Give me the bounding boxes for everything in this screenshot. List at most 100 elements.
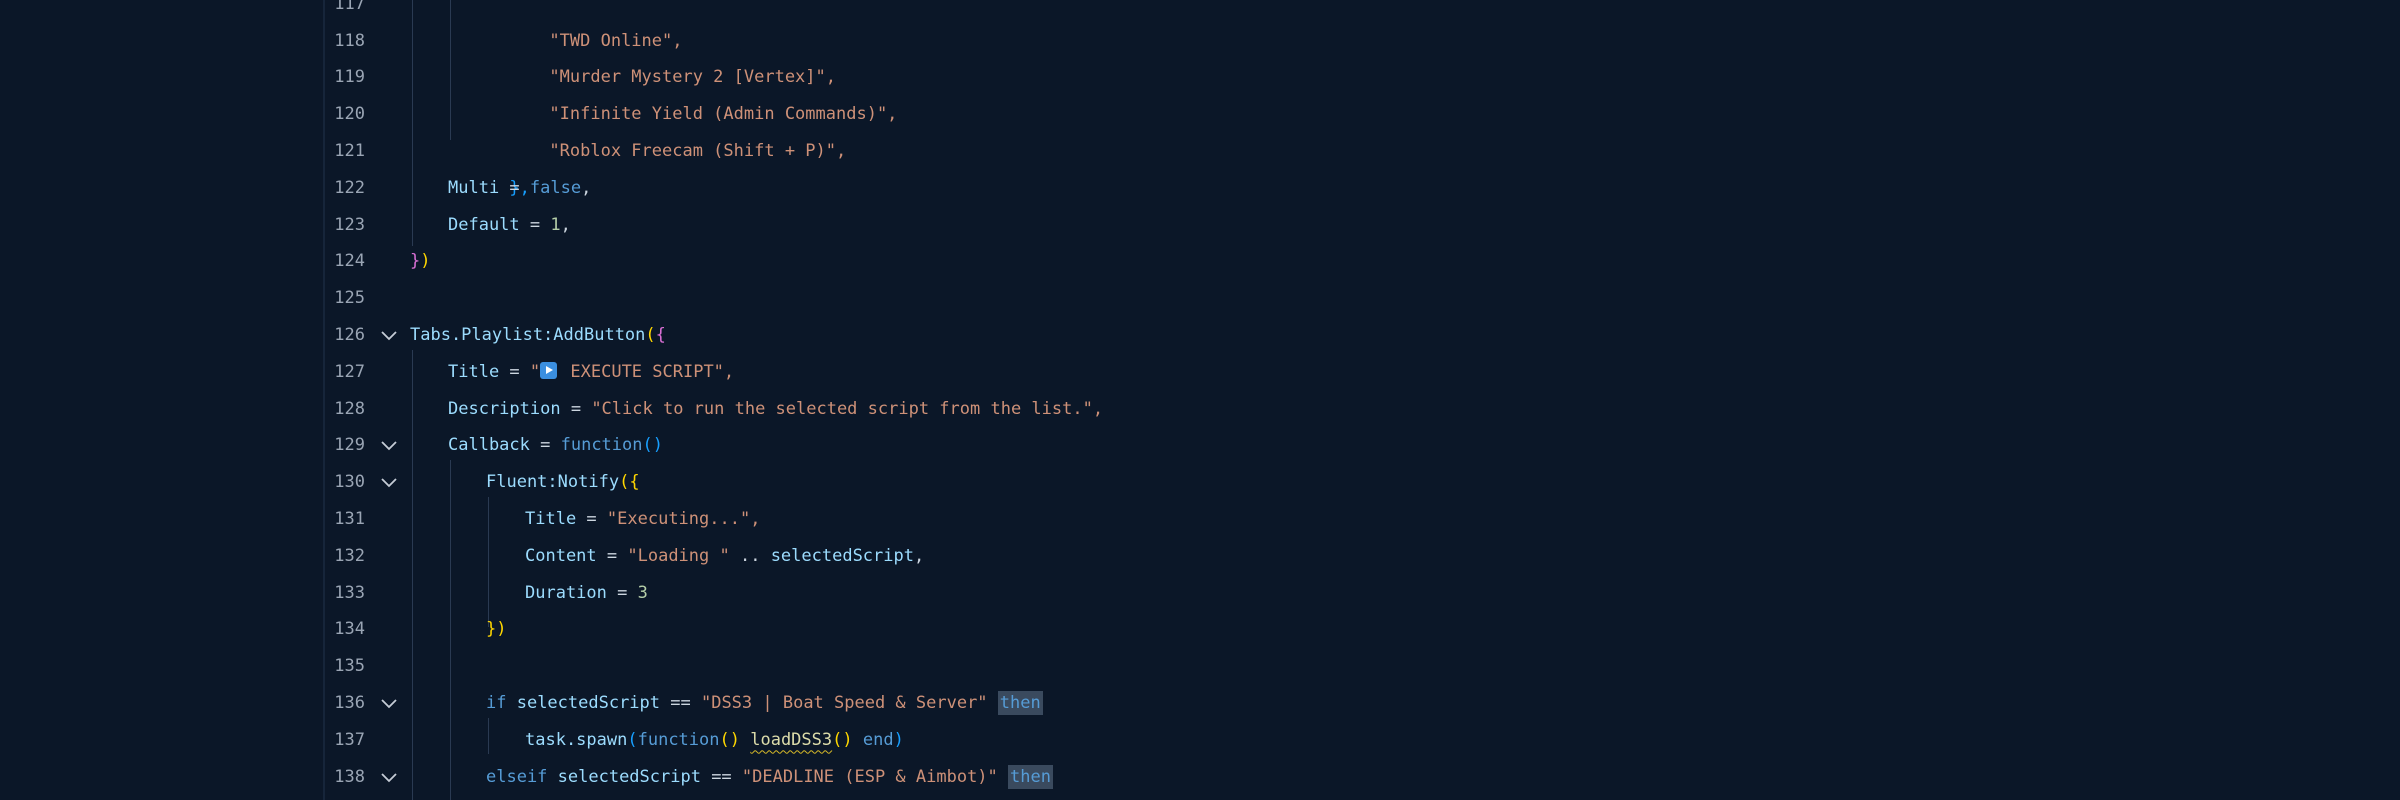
- variable: selectedScript: [547, 766, 701, 787]
- code-line[interactable]: 131 Title = "Executing...",: [0, 501, 2400, 538]
- line-number: 124: [334, 251, 365, 272]
- code-line[interactable]: 128 Description = "Click to run the sele…: [0, 391, 2400, 428]
- string-literal: "Click to run the selected script from t…: [591, 398, 1104, 419]
- code-line[interactable]: 127 Title = " EXECUTE SCRIPT",: [0, 354, 2400, 391]
- property-name: Title: [525, 508, 577, 529]
- line-number: 119: [334, 67, 365, 88]
- bracket: {: [655, 324, 666, 345]
- string-literal: "DSS3 | Boat Speed & Server": [700, 692, 988, 713]
- line-number: 136: [334, 692, 365, 713]
- code-line[interactable]: 129 Callback = function(): [0, 427, 2400, 464]
- code-line[interactable]: 138 elseif selectedScript == "DEADLINE (…: [0, 759, 2400, 796]
- variable: selectedScript: [770, 545, 914, 566]
- property-name: Default: [448, 214, 520, 235]
- bracket: ): [893, 729, 904, 750]
- code-line[interactable]: 118 "Murder Mystery 2 [Vertex]",: [0, 23, 2400, 88]
- fold-chevron-icon[interactable]: [380, 772, 398, 784]
- property-name: Content: [525, 545, 597, 566]
- line-number: 127: [334, 361, 365, 382]
- operator: ..: [729, 545, 771, 566]
- code-line[interactable]: 125: [0, 280, 2400, 317]
- keyword: function: [637, 729, 720, 750]
- code-line[interactable]: 130 Fluent:Notify({: [0, 464, 2400, 501]
- string-literal: "DEADLINE (ESP & Aimbot)": [741, 766, 998, 787]
- property-name: Description: [448, 398, 561, 419]
- operator: =: [560, 398, 592, 419]
- code-line[interactable]: 117 "TWD Online",: [0, 0, 2400, 51]
- fold-chevron-icon[interactable]: [380, 698, 398, 710]
- operator: ==: [700, 766, 742, 787]
- bracket: ): [496, 619, 507, 640]
- number-literal: 1: [550, 214, 561, 235]
- line-number: 118: [334, 30, 365, 51]
- bracket: (: [627, 729, 638, 750]
- string-literal: "Executing...",: [606, 508, 761, 529]
- operator: ==: [660, 692, 701, 713]
- keyword: function: [560, 435, 643, 456]
- line-number: 134: [334, 619, 365, 640]
- property-name: Multi: [448, 177, 500, 198]
- variable: selectedScript: [506, 692, 661, 713]
- boolean-literal: false: [529, 177, 582, 198]
- keyword-highlighted: then: [1008, 764, 1053, 789]
- string-literal: "Loading ": [627, 545, 730, 566]
- line-number: 121: [334, 140, 365, 161]
- code-line[interactable]: 126 Tabs.Playlist:AddButton({: [0, 317, 2400, 354]
- operator: =: [529, 435, 561, 456]
- bracket: (): [642, 435, 663, 456]
- function-call-warning[interactable]: loadDSS3: [750, 730, 832, 750]
- operator: =: [606, 582, 638, 603]
- code-line[interactable]: 123 Default = 1,: [0, 207, 2400, 244]
- code-line[interactable]: 120 "Roblox Freecam (Shift + P)",: [0, 96, 2400, 161]
- bracket: ): [420, 251, 431, 272]
- line-number: 126: [334, 324, 365, 345]
- code-line[interactable]: 137 task.spawn(function() loadDSS3() end…: [0, 722, 2400, 759]
- code-line[interactable]: 134 }): [0, 611, 2400, 648]
- operator: =: [499, 177, 530, 198]
- keyword: elseif: [486, 766, 548, 787]
- string-literal: EXECUTE SCRIPT",: [560, 361, 735, 382]
- keyword: if: [486, 692, 507, 713]
- fold-chevron-icon[interactable]: [380, 440, 398, 452]
- line-number: 128: [334, 398, 365, 419]
- bracket: (: [619, 472, 630, 493]
- keyword-highlighted: then: [997, 690, 1043, 715]
- line-number: 120: [334, 104, 365, 125]
- method-call: Tabs.Playlist:AddButton: [410, 324, 646, 345]
- fold-chevron-icon[interactable]: [380, 477, 398, 489]
- line-number: 117: [334, 0, 365, 14]
- bracket: (): [832, 729, 853, 750]
- code-line[interactable]: 124 }): [0, 243, 2400, 280]
- punctuation: ,: [560, 214, 571, 235]
- keyword: end: [862, 729, 894, 750]
- bracket: }: [486, 619, 497, 640]
- code-line[interactable]: 121 },: [0, 133, 2400, 198]
- code-line[interactable]: 132 Content = "Loading " .. selectedScri…: [0, 538, 2400, 575]
- code-line[interactable]: 136 if selectedScript == "DSS3 | Boat Sp…: [0, 685, 2400, 722]
- operator: =: [576, 508, 607, 529]
- fold-chevron-icon[interactable]: [380, 330, 398, 342]
- bracket: {: [629, 472, 640, 493]
- punctuation: ,: [913, 545, 925, 566]
- line-number: 137: [334, 729, 365, 750]
- line-number: 138: [334, 766, 365, 787]
- method-call: task.spawn: [525, 729, 628, 750]
- line-number: 132: [334, 545, 365, 566]
- line-number: 129: [334, 435, 365, 456]
- operator: =: [499, 361, 530, 382]
- code-line[interactable]: 122 Multi = false,: [0, 170, 2400, 207]
- code-editor[interactable]: 117 "TWD Online", 118 "Murder Mystery 2 …: [0, 0, 2400, 800]
- method-call: Fluent:Notify: [486, 472, 620, 493]
- code-line[interactable]: 135: [0, 648, 2400, 685]
- code-line[interactable]: 119 "Infinite Yield (Admin Commands)",: [0, 59, 2400, 124]
- number-literal: 3: [637, 582, 648, 603]
- line-number: 122: [334, 177, 365, 198]
- bracket: (: [645, 324, 656, 345]
- line-number: 125: [334, 288, 365, 309]
- property-name: Callback: [448, 435, 530, 456]
- line-number: 135: [334, 656, 365, 677]
- bracket: }: [410, 251, 421, 272]
- code-line[interactable]: 133 Duration = 3: [0, 575, 2400, 612]
- line-number: 130: [334, 472, 365, 493]
- operator: =: [519, 214, 551, 235]
